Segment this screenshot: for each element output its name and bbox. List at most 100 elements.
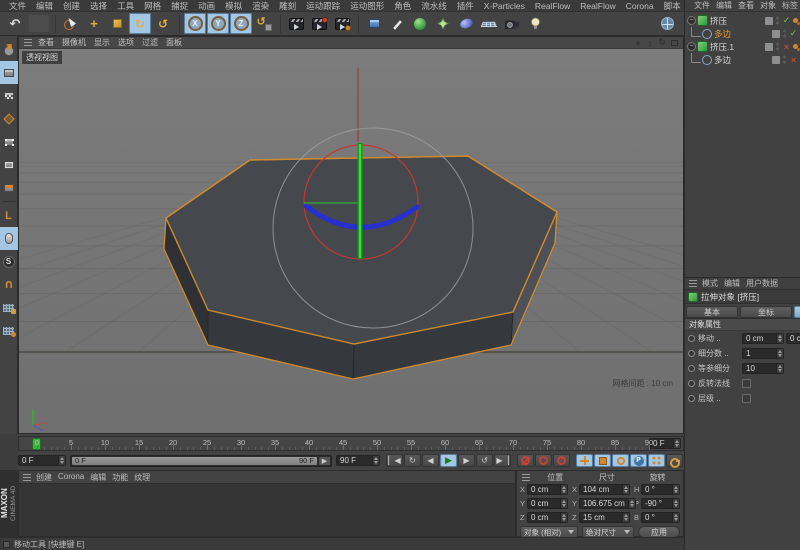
primitive-cube-icon[interactable] xyxy=(363,13,385,34)
workplane-lock-icon[interactable] xyxy=(0,296,18,319)
stepper-icon[interactable] xyxy=(58,456,65,465)
play-loop-button[interactable]: ↺ xyxy=(476,454,493,467)
menubar-item[interactable]: RealFlow xyxy=(575,1,620,11)
layer-square-icon[interactable] xyxy=(772,30,780,38)
texture-mode-icon[interactable] xyxy=(0,84,18,107)
coordinate-field[interactable]: 104 cm xyxy=(579,484,630,495)
attribute-menu-item[interactable]: 编辑 xyxy=(721,278,743,289)
layer-square-icon[interactable] xyxy=(772,56,780,64)
attribute-menu-item[interactable]: 模式 xyxy=(699,278,721,289)
workplane-mode-icon[interactable] xyxy=(0,107,18,130)
record-keyframe-button[interactable] xyxy=(517,454,534,467)
magnet-icon[interactable]: ∪ xyxy=(0,273,18,296)
toggle-view-icon[interactable] xyxy=(668,37,680,48)
menubar-item[interactable]: 脚本 xyxy=(659,0,686,12)
dolly-view-icon[interactable]: ↕ xyxy=(644,37,656,48)
menubar-item[interactable]: 网格 xyxy=(139,0,166,12)
tab-坐标[interactable]: 坐标 xyxy=(740,306,792,318)
menubar-item[interactable]: RealFlow xyxy=(530,1,575,11)
material-menu-item[interactable]: 纹理 xyxy=(131,472,153,483)
range-arrow-icon[interactable]: ▶ xyxy=(319,457,330,465)
stepper-icon[interactable] xyxy=(776,349,783,358)
viewport-menu-item[interactable]: 摄像机 xyxy=(58,37,90,48)
menubar-item[interactable]: 渲染 xyxy=(247,0,274,12)
menubar-item[interactable]: 动画 xyxy=(193,0,220,12)
viewport-solo-icon[interactable] xyxy=(0,227,18,250)
material-menu-item[interactable]: 功能 xyxy=(109,472,131,483)
attribute-value-field[interactable]: 1 xyxy=(742,348,784,359)
coordinate-menu-icon[interactable] xyxy=(522,474,530,481)
stepper-icon[interactable] xyxy=(776,364,783,373)
tag-icon[interactable] xyxy=(793,44,798,49)
workplane-grid-icon[interactable] xyxy=(0,319,18,342)
edges-mode-icon[interactable] xyxy=(0,153,18,176)
coordinate-field[interactable]: 106.675 cm xyxy=(579,498,636,509)
x-axis-button[interactable]: X xyxy=(184,13,206,34)
scale-tool-icon[interactable] xyxy=(106,13,128,34)
end-frame-field[interactable]: 90 F xyxy=(336,455,380,466)
current-frame-spinner[interactable]: 0 F xyxy=(649,438,681,449)
stepper-icon[interactable] xyxy=(672,499,679,508)
play-button[interactable]: ▶ xyxy=(440,454,457,467)
last-tool-icon[interactable]: ↺ xyxy=(152,13,174,34)
goto-start-button[interactable]: ▏◀ xyxy=(386,454,403,467)
coordinate-field[interactable]: 0 cm xyxy=(527,512,568,523)
undo-icon[interactable]: ↶ xyxy=(4,13,26,34)
coordinate-field[interactable]: 0 ° xyxy=(641,512,680,523)
menubar-item[interactable]: 运动图形 xyxy=(345,0,389,12)
coordinate-field[interactable]: -90 ° xyxy=(641,498,680,509)
stepper-icon[interactable] xyxy=(622,485,629,494)
visibility-dots-icon[interactable] xyxy=(783,29,786,38)
animation-dot-icon[interactable] xyxy=(688,380,695,387)
attribute-value-field[interactable]: 10 xyxy=(742,363,784,374)
timeline-ruler[interactable]: 0 F 051015202530354045505560657075808590 xyxy=(18,436,684,451)
viewport-menu-item[interactable]: 选项 xyxy=(114,37,138,48)
animation-dot-icon[interactable] xyxy=(688,365,695,372)
previous-frame-button[interactable]: ◀ xyxy=(422,454,439,467)
coordinate-field[interactable]: 15 cm xyxy=(579,512,630,523)
floor-icon[interactable] xyxy=(478,13,500,34)
move-tool-icon[interactable]: + xyxy=(83,13,105,34)
checkbox[interactable] xyxy=(742,379,751,388)
tab-对象[interactable]: 对象 xyxy=(794,306,800,318)
material-menu-item[interactable]: 创建 xyxy=(33,472,55,483)
tab-基本[interactable]: 基本 xyxy=(686,306,738,318)
disabled-cross-icon[interactable]: × xyxy=(782,42,791,52)
pan-view-icon[interactable]: + xyxy=(632,37,644,48)
animation-dot-icon[interactable] xyxy=(688,395,695,402)
layer-square-icon[interactable] xyxy=(765,43,773,51)
render-queue-icon[interactable] xyxy=(331,13,353,34)
stepper-icon[interactable] xyxy=(776,334,783,343)
object-manager-menu-item[interactable]: 标签 xyxy=(779,0,800,11)
coordinate-system-icon[interactable]: ↺ xyxy=(253,13,275,34)
key-scale-toggle[interactable] xyxy=(594,454,611,467)
orbit-view-icon[interactable]: ↻ xyxy=(656,37,668,48)
make-editable-icon[interactable] xyxy=(0,38,18,61)
keyframe-presets-button[interactable] xyxy=(666,454,683,467)
menubar-item[interactable]: 角色 xyxy=(389,0,416,12)
render-view-icon[interactable] xyxy=(285,13,307,34)
live-selection-icon[interactable] xyxy=(60,13,82,34)
camera-icon[interactable] xyxy=(501,13,523,34)
viewport-menu-icon[interactable] xyxy=(24,39,32,46)
enabled-check-icon[interactable]: ✓ xyxy=(789,28,798,39)
menubar-item[interactable]: 创建 xyxy=(58,0,85,12)
points-mode-icon[interactable] xyxy=(0,130,18,153)
coordinate-field[interactable]: 0 cm xyxy=(527,498,568,509)
stepper-icon[interactable] xyxy=(673,439,680,448)
tag-icon[interactable] xyxy=(793,18,798,23)
snap-icon[interactable]: S xyxy=(0,250,18,273)
disabled-cross-icon[interactable]: × xyxy=(789,55,798,65)
attribute-value-field[interactable]: 0 cm xyxy=(742,333,784,344)
rotate-tool-icon[interactable]: ↻ xyxy=(129,13,151,34)
model-mode-icon[interactable] xyxy=(0,61,18,84)
stepper-icon[interactable] xyxy=(672,513,679,522)
viewport-menu-item[interactable]: 查看 xyxy=(34,37,58,48)
object-manager-menu-item[interactable]: 文件 xyxy=(691,0,713,11)
menubar-item[interactable]: 模拟 xyxy=(220,0,247,12)
axis-mode-icon[interactable]: L xyxy=(0,204,18,227)
object-manager-menu-item[interactable]: 编辑 xyxy=(713,0,735,11)
menubar-item[interactable]: 捕捉 xyxy=(166,0,193,12)
spline-pen-icon[interactable] xyxy=(386,13,408,34)
viewport-menu-item[interactable]: 过滤 xyxy=(138,37,162,48)
